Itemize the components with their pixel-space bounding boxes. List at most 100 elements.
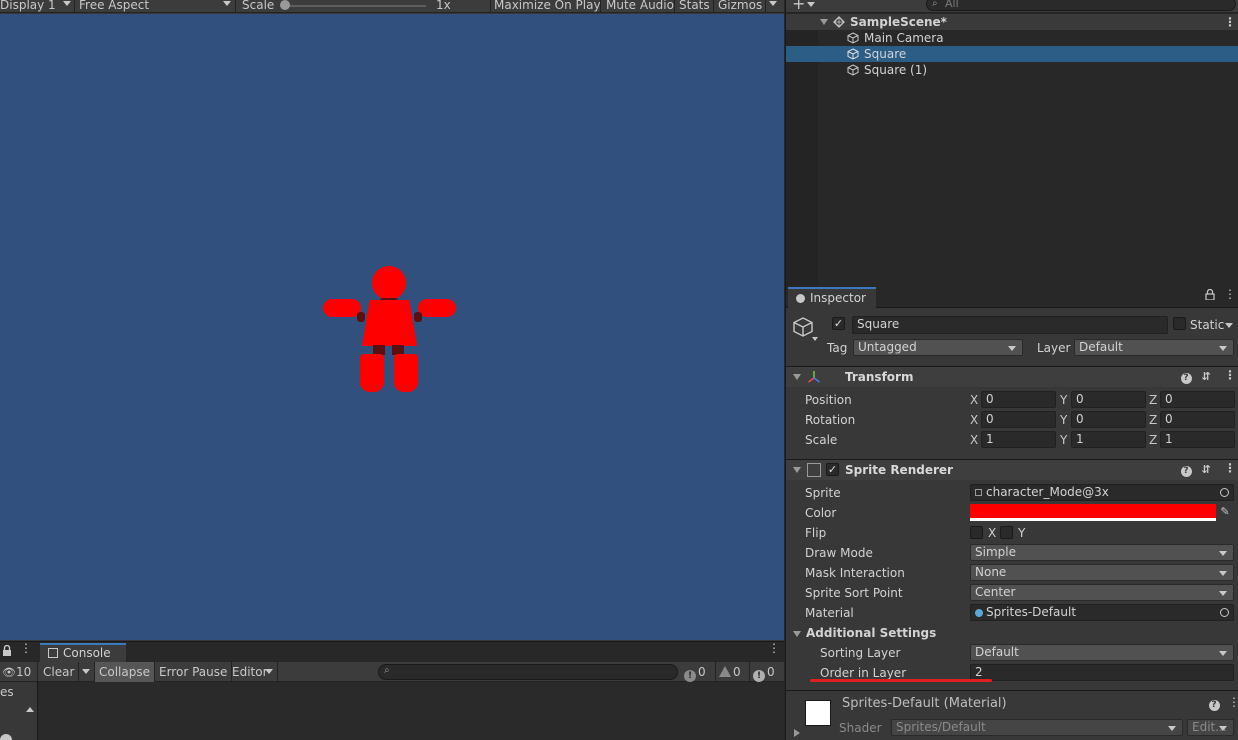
console-search-input[interactable]: ⌕: [378, 664, 678, 680]
presets-icon[interactable]: ⇵: [1199, 370, 1213, 384]
aspect-dropdown[interactable]: Free Aspect: [79, 0, 149, 12]
axis-y-label[interactable]: Y: [1060, 392, 1067, 408]
shader-edit-button[interactable]: Edit...: [1187, 719, 1234, 736]
tab-inspector[interactable]: Inspector: [788, 287, 876, 308]
hidden-count-toggle[interactable]: 👁10: [0, 662, 38, 682]
hierarchy-scene-row[interactable]: SampleScene* ⋮: [786, 14, 1238, 30]
component-menu-icon[interactable]: ⋮: [1224, 462, 1236, 478]
editor-dropdown[interactable]: Editor: [228, 662, 278, 682]
scale-z-field[interactable]: 1: [1160, 431, 1235, 448]
display-caret-icon[interactable]: [63, 1, 71, 6]
add-icon[interactable]: +: [792, 0, 805, 12]
lock-icon[interactable]: [0, 644, 14, 659]
add-caret-icon[interactable]: [807, 2, 815, 7]
scale-slider-track[interactable]: [284, 5, 426, 7]
aspect-caret-icon[interactable]: [223, 1, 231, 6]
hierarchy-item-selected[interactable]: Square: [786, 46, 1238, 62]
collapse-toggle[interactable]: Collapse: [95, 662, 155, 682]
flip-x-checkbox[interactable]: [970, 526, 983, 539]
rotation-label[interactable]: Rotation: [805, 412, 855, 428]
static-caret-icon[interactable]: [1225, 323, 1233, 328]
display-dropdown[interactable]: Display 1: [0, 0, 56, 12]
component-menu-icon[interactable]: ⋮: [1224, 369, 1236, 385]
hierarchy-search-input[interactable]: ⌕ All: [926, 0, 1236, 11]
draw-mode-dropdown[interactable]: Simple: [970, 544, 1234, 561]
hierarchy-item[interactable]: Main Camera: [786, 30, 1238, 46]
static-checkbox[interactable]: [1173, 317, 1186, 330]
color-swatch[interactable]: [970, 504, 1216, 521]
toolbar-divider: [674, 0, 675, 13]
hierarchy-item[interactable]: Square (1): [786, 62, 1238, 78]
console-menu-icon[interactable]: ⋮: [768, 642, 780, 658]
collapse-triangle-icon[interactable]: [793, 467, 801, 473]
mask-interaction-dropdown[interactable]: None: [970, 564, 1234, 581]
axis-y-label[interactable]: Y: [1060, 432, 1067, 448]
rotation-y-field[interactable]: 0: [1071, 411, 1146, 428]
object-picker-icon[interactable]: [1220, 488, 1229, 497]
rotation-z-field[interactable]: 0: [1160, 411, 1235, 428]
material-object-field[interactable]: Sprites-Default: [970, 604, 1234, 621]
scale-slider-handle[interactable]: [280, 0, 290, 10]
additional-settings-foldout[interactable]: Additional Settings: [806, 625, 936, 641]
object-name-field[interactable]: Square: [852, 316, 1168, 334]
axis-z-label[interactable]: Z: [1149, 392, 1157, 408]
position-y-field[interactable]: 0: [1071, 391, 1146, 408]
position-label[interactable]: Position: [805, 392, 852, 408]
lock-icon[interactable]: [1203, 288, 1217, 303]
object-picker-icon[interactable]: [1220, 608, 1229, 617]
sprite-object-field[interactable]: character_Mode@3x: [970, 484, 1234, 501]
scale-y-field[interactable]: 1: [1071, 431, 1146, 448]
help-icon[interactable]: ?: [1179, 463, 1193, 477]
help-icon[interactable]: ?: [1179, 370, 1193, 384]
component-enabled-checkbox[interactable]: ✓: [826, 463, 839, 476]
sprite-renderer-header[interactable]: ✓ Sprite Renderer ? ⇵ ⋮: [786, 459, 1238, 480]
game-canvas[interactable]: [0, 14, 784, 640]
active-checkbox[interactable]: ✓: [832, 317, 845, 330]
gizmos-toggle[interactable]: Gizmos: [718, 0, 762, 12]
expand-triangle-icon[interactable]: [820, 19, 828, 25]
error-pause-toggle[interactable]: Error Pause: [155, 662, 233, 682]
icon-picker-caret[interactable]: [812, 337, 818, 341]
sprite-sort-point-dropdown[interactable]: Center: [970, 584, 1234, 601]
tab-console[interactable]: Console: [40, 643, 126, 663]
warning-count-toggle[interactable]: 0: [719, 662, 741, 682]
console-log-area[interactable]: [39, 682, 784, 740]
clear-options-caret[interactable]: [77, 662, 95, 682]
static-label[interactable]: Static: [1190, 317, 1224, 333]
more-options-icon[interactable]: ⋮: [20, 642, 32, 658]
axis-z-label[interactable]: Z: [1149, 412, 1157, 428]
order-in-layer-field[interactable]: 2: [970, 664, 1234, 681]
layer-dropdown[interactable]: Default: [1074, 339, 1234, 356]
transform-header[interactable]: Transform ? ⇵ ⋮: [786, 366, 1238, 387]
axis-x-label[interactable]: X: [970, 392, 978, 408]
axis-y-label[interactable]: Y: [1060, 412, 1067, 428]
inspector-menu-icon[interactable]: ⋮: [1224, 288, 1236, 304]
tag-dropdown[interactable]: Untagged: [853, 339, 1023, 356]
axis-x-label[interactable]: X: [970, 432, 978, 448]
additional-settings-triangle-icon[interactable]: [793, 631, 801, 637]
mute-audio-toggle[interactable]: Mute Audio: [606, 0, 674, 12]
expand-triangle-icon[interactable]: [794, 729, 800, 737]
gizmos-caret-icon[interactable]: [769, 1, 777, 6]
material-menu-icon[interactable]: ⋮: [1228, 696, 1238, 712]
stats-toggle[interactable]: Stats: [679, 0, 710, 12]
eyedropper-icon[interactable]: ✎: [1218, 505, 1232, 519]
axis-x-label[interactable]: X: [970, 412, 978, 428]
sorting-layer-dropdown[interactable]: Default: [970, 644, 1234, 661]
rotation-x-field[interactable]: 0: [981, 411, 1056, 428]
scale-x-field[interactable]: 1: [981, 431, 1056, 448]
shader-dropdown[interactable]: Sprites/Default: [891, 719, 1183, 736]
help-icon[interactable]: ?: [1207, 697, 1221, 711]
position-x-field[interactable]: 0: [981, 391, 1056, 408]
collapse-triangle-icon[interactable]: [793, 374, 801, 380]
presets-icon[interactable]: ⇵: [1199, 463, 1213, 477]
maximize-on-play-toggle[interactable]: Maximize On Play: [494, 0, 601, 12]
scale-label[interactable]: Scale: [805, 432, 837, 448]
log-count-toggle[interactable]: ! 0: [684, 662, 706, 682]
clear-button[interactable]: Clear: [39, 662, 80, 682]
position-z-field[interactable]: 0: [1160, 391, 1235, 408]
scroll-up-icon[interactable]: [26, 707, 34, 712]
axis-z-label[interactable]: Z: [1149, 432, 1157, 448]
flip-y-checkbox[interactable]: [1000, 526, 1013, 539]
error-count-toggle[interactable]: ! 0: [753, 662, 775, 682]
